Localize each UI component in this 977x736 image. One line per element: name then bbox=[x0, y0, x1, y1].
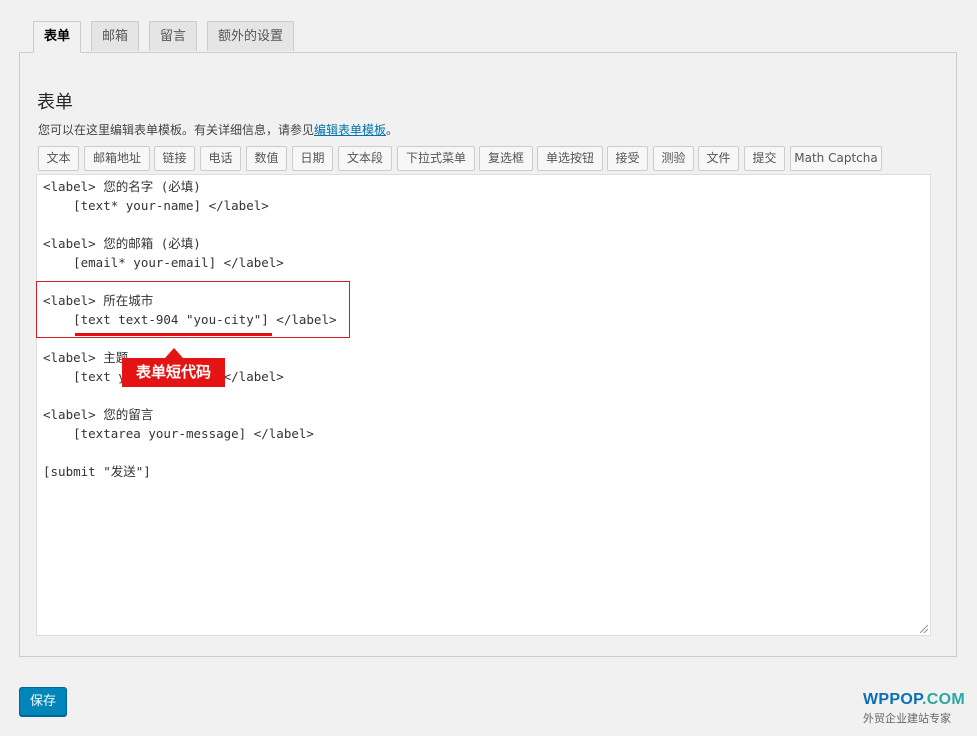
tag-number-button[interactable]: 数值 bbox=[246, 146, 287, 171]
callout-arrow-icon bbox=[165, 348, 183, 358]
brand-tagline: 外贸企业建站专家 bbox=[863, 712, 951, 725]
tab-form[interactable]: 表单 bbox=[33, 21, 82, 53]
tag-date-button[interactable]: 日期 bbox=[292, 146, 333, 171]
brand-watermark: WPPOP.COM 外贸企业建站专家 bbox=[863, 691, 965, 726]
tab-messages[interactable]: 留言 bbox=[149, 21, 198, 51]
shortcode-callout-label: 表单短代码 bbox=[122, 358, 225, 387]
editor-line: [email* your-email] </label> bbox=[43, 255, 284, 270]
resize-handle-icon[interactable] bbox=[920, 625, 928, 633]
section-title: 表单 bbox=[37, 92, 73, 113]
description-text: 您可以在这里编辑表单模板。有关详细信息，请参见 bbox=[38, 123, 315, 137]
save-button[interactable]: 保存 bbox=[19, 687, 67, 716]
tag-dropdown-button[interactable]: 下拉式菜单 bbox=[397, 146, 475, 171]
edit-form-template-link[interactable]: 编辑表单模板 bbox=[314, 123, 386, 137]
editor-line: <label> 主题 bbox=[43, 350, 129, 365]
editor-line: [submit "发送"] bbox=[43, 464, 151, 479]
tag-text-button[interactable]: 文本 bbox=[38, 146, 79, 171]
tag-file-button[interactable]: 文件 bbox=[698, 146, 739, 171]
tag-textarea-button[interactable]: 文本段 bbox=[338, 146, 392, 171]
editor-line: [text* your-name] </label> bbox=[43, 198, 269, 213]
tag-radio-button[interactable]: 单选按钮 bbox=[537, 146, 603, 171]
editor-line: <label> 您的邮箱 (必填) bbox=[43, 236, 201, 251]
editor-line: [textarea your-message] </label> bbox=[43, 426, 314, 441]
section-description: 您可以在这里编辑表单模板。有关详细信息，请参见编辑表单模板。 bbox=[38, 121, 398, 138]
tag-math-captcha-button[interactable]: Math Captcha bbox=[790, 146, 882, 171]
tag-submit-button[interactable]: 提交 bbox=[744, 146, 785, 171]
tag-email-button[interactable]: 邮箱地址 bbox=[84, 146, 150, 171]
tag-url-button[interactable]: 链接 bbox=[154, 146, 195, 171]
shortcode-highlight-box bbox=[36, 281, 350, 338]
shortcode-underline bbox=[75, 333, 272, 336]
tab-mail[interactable]: 邮箱 bbox=[91, 21, 140, 51]
editor-line: <label> 您的留言 bbox=[43, 407, 154, 422]
brand-logo: WPPOP.COM bbox=[863, 691, 965, 708]
tab-additional-settings[interactable]: 额外的设置 bbox=[207, 21, 295, 51]
description-end: 。 bbox=[386, 123, 399, 137]
editor-line: <label> 您的名字 (必填) bbox=[43, 179, 201, 194]
tag-checkbox-button[interactable]: 复选框 bbox=[479, 146, 533, 171]
tag-quiz-button[interactable]: 测验 bbox=[653, 146, 694, 171]
tag-acceptance-button[interactable]: 接受 bbox=[607, 146, 648, 171]
tag-tel-button[interactable]: 电话 bbox=[200, 146, 241, 171]
